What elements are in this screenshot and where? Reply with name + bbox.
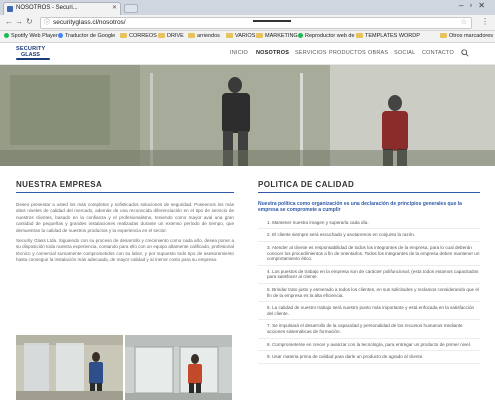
back-arrow-icon[interactable]: ← [5,17,13,26]
reload-icon[interactable]: ↻ [26,17,33,26]
bookmark-folder[interactable]: arriendos [188,32,220,41]
folder-icon [158,33,165,39]
list-item: 6. La calidad de nuestro trabajo será nu… [258,305,480,321]
nav-servicios[interactable]: SERVICIOS [295,50,327,56]
list-item: 7. Se impulsará el desarrollo de la capa… [258,323,480,339]
new-tab-button[interactable] [124,4,138,13]
bookmark-folder[interactable]: TEMPLATES WORDP [356,32,420,41]
folder-icon [440,33,447,39]
empresa-title: NUESTRA EMPRESA [16,180,103,189]
bookmark-folder[interactable]: DRIVE [158,32,184,41]
tab-title: NOSOTROS - Securi... [16,5,78,11]
bookmarks-bar: Spotify Web Player Traductor de Google C… [0,31,495,43]
politica-intro: Nuestra política como organización es un… [258,201,462,214]
browser-menu-icon[interactable]: ⋮ [481,17,489,26]
nav-inicio[interactable]: INICIO [230,50,248,56]
active-nav-underline [253,20,291,22]
bookmark-item[interactable]: Reproductor web de [298,32,355,41]
politica-title: POLITICA DE CALIDAD [258,180,355,189]
folder-icon [356,33,363,39]
installation-photo-1 [16,335,123,400]
spotify-icon [4,33,9,39]
nav-social[interactable]: SOCIAL [394,50,415,56]
favicon-icon [7,6,13,12]
list-item: 4. Los puestos de trabajo en la empresa … [258,269,480,284]
list-item: 3. Atender al cliente es responsabilidad… [258,245,480,266]
list-item: 1. Mantener nuestra imagen y superarla c… [258,220,480,230]
browser-tabstrip: NOSOTROS - Securi... ✕ –▫✕ [0,0,495,15]
browser-tab[interactable]: NOSOTROS - Securi... ✕ [3,2,121,15]
logo-swoosh [16,58,50,60]
politica-section: POLITICA DE CALIDAD Nuestra política com… [258,180,480,367]
bookmark-folder[interactable]: VARIOS [226,32,255,41]
forward-arrow-icon[interactable]: → [15,17,23,26]
folder-icon [120,33,127,39]
nav-contacto[interactable]: CONTACTO [422,50,454,56]
empresa-section: NUESTRA EMPRESA Deseo presentar a usted … [16,180,234,264]
security-glass-logo[interactable]: SECURITY GLASS [16,46,52,62]
bookmark-item[interactable]: Traductor de Google [58,32,115,41]
list-item: 2. El cliente siempre será escuchado y a… [258,232,480,242]
list-item: 9. Usar materia prima de calidad para da… [258,354,480,364]
nav-nosotros[interactable]: NOSOTROS [256,50,289,56]
address-bar-row: ← → ↻ ⓘ securityglass.cl/nosotros/ ☆ ⋮ [0,15,495,31]
bookmark-star-icon[interactable]: ☆ [461,18,467,28]
url-input[interactable]: ⓘ securityglass.cl/nosotros/ ☆ [40,17,472,29]
url-text: securityglass.cl/nosotros/ [53,19,126,26]
nav-productos[interactable]: PRODUCTOS [329,50,366,56]
empresa-paragraph-2: Security Glass Ltda. Siguiendo con su pr… [16,238,234,263]
bookmark-folder[interactable]: MARKETING [256,32,298,41]
title-underline [258,192,480,193]
other-bookmarks[interactable]: Otros marcadores [440,32,493,41]
folder-icon [188,33,195,39]
folder-icon [256,33,263,39]
list-item: 5. Brindar trato justo y esmerado a todo… [258,287,480,303]
installation-photo-2 [125,335,232,400]
site-header: SECURITY GLASS INICIO NOSOTROS SERVICIOS… [0,43,495,65]
bookmark-folder[interactable]: CORREOS [120,32,157,41]
translate-icon [58,33,63,39]
bookmark-item[interactable]: Spotify Web Player [4,32,58,41]
nav-obras[interactable]: OBRAS [368,50,388,56]
window-controls[interactable]: –▫✕ [459,1,491,10]
politica-list: 1. Mantener nuestra imagen y superarla c… [258,220,480,364]
search-icon[interactable] [461,49,469,57]
close-icon[interactable]: ✕ [112,3,117,14]
spotify-icon [298,33,303,39]
hero-banner [0,65,495,166]
folder-icon [226,33,233,39]
title-underline [16,192,234,193]
empresa-paragraph-1: Deseo presentar a usted los más completo… [16,202,234,233]
page-info-icon[interactable]: ⓘ [44,18,50,28]
list-item: 8. Comprometerse en crecer y avanzar con… [258,342,480,352]
hero-workers-image [0,65,495,166]
